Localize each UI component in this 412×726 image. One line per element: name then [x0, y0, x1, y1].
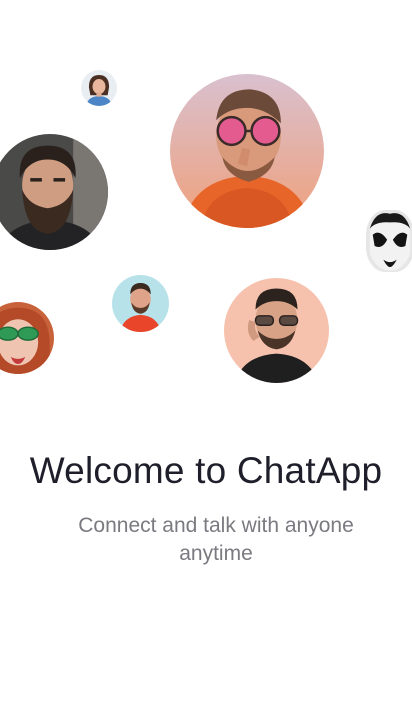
person-photo-icon [170, 74, 324, 228]
avatar-man-sunglasses [224, 278, 329, 383]
person-photo-icon [224, 278, 329, 383]
welcome-screen: Welcome to ChatApp Connect and talk with… [0, 0, 412, 726]
avatar-face-paint [366, 210, 412, 272]
person-photo-icon [112, 275, 169, 332]
person-photo-icon [0, 134, 108, 250]
avatar-woman-small [81, 70, 117, 106]
welcome-subtitle: Connect and talk with anyone anytime [78, 514, 354, 565]
welcome-title: Welcome to ChatApp [29, 450, 383, 491]
person-photo-icon [0, 302, 54, 374]
person-photo-icon [366, 210, 412, 272]
avatar-bearded-man [0, 134, 108, 250]
person-photo-icon [81, 70, 117, 106]
avatar-man-pink-glasses [170, 74, 324, 228]
avatar-man-red-shirt [112, 275, 169, 332]
avatar-woman-green-glasses [0, 302, 54, 374]
